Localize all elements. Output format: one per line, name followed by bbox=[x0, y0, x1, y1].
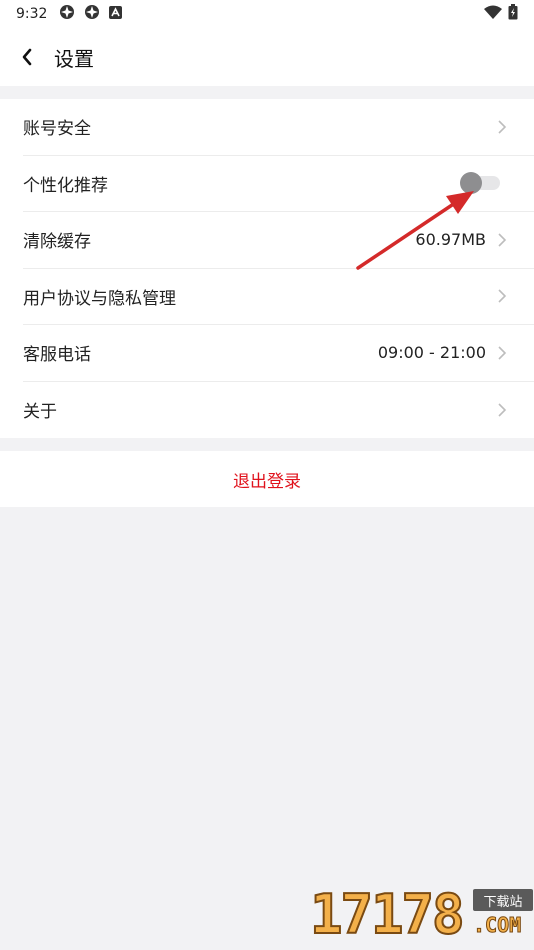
chevron-right-icon bbox=[498, 403, 507, 417]
back-arrow-icon bbox=[22, 48, 32, 66]
chevron-right-icon bbox=[498, 346, 507, 360]
settings-item-label: 客服电话 bbox=[23, 345, 91, 366]
settings-item-label: 个性化推荐 bbox=[23, 175, 108, 196]
back-button[interactable] bbox=[0, 28, 54, 86]
settings-item-clear-cache[interactable]: 清除缓存 60.97MB bbox=[23, 212, 534, 269]
app-notification-icon bbox=[84, 4, 100, 24]
chevron-right-icon bbox=[498, 120, 507, 134]
toggle-knob bbox=[460, 172, 482, 195]
settings-item-personalized-recommendation: 个性化推荐 bbox=[23, 156, 534, 212]
watermark-badge: 下载站 bbox=[473, 889, 533, 911]
personalized-recommendation-toggle[interactable] bbox=[460, 172, 500, 195]
settings-item-about[interactable]: 关于 bbox=[23, 382, 534, 439]
chevron-right-icon bbox=[498, 233, 507, 247]
settings-item-label: 用户协议与隐私管理 bbox=[23, 288, 176, 309]
service-hours-value: 09:00 - 21:00 bbox=[377, 343, 486, 363]
page-title: 设置 bbox=[54, 46, 94, 71]
settings-item-label: 账号安全 bbox=[23, 119, 91, 140]
status-bar: 9:32 bbox=[0, 0, 534, 28]
settings-item-user-agreement-privacy[interactable]: 用户协议与隐私管理 bbox=[23, 269, 534, 325]
app-notification-icon bbox=[59, 4, 75, 24]
status-time: 9:32 bbox=[16, 6, 48, 22]
settings-item-customer-service-phone[interactable]: 客服电话 09:00 - 21:00 bbox=[23, 325, 534, 382]
settings-item-label: 关于 bbox=[23, 402, 57, 423]
font-notification-icon bbox=[109, 5, 123, 23]
watermark-logo: 17178 下载站 .COM bbox=[309, 883, 534, 950]
settings-item-label: 清除缓存 bbox=[23, 232, 91, 253]
battery-icon bbox=[508, 4, 518, 24]
wifi-icon bbox=[484, 5, 502, 23]
logout-button[interactable]: 退出登录 bbox=[0, 451, 534, 507]
cache-size-value: 60.97MB bbox=[415, 230, 486, 250]
logout-label: 退出登录 bbox=[233, 471, 301, 492]
chevron-right-icon bbox=[498, 289, 507, 303]
watermark-suffix: .COM bbox=[473, 913, 522, 937]
settings-item-account-security[interactable]: 账号安全 bbox=[23, 99, 534, 156]
watermark-digits: 17178 bbox=[309, 883, 466, 946]
status-right bbox=[484, 4, 518, 24]
settings-list: 账号安全 个性化推荐 清除缓存 60.97MB 用户协议与隐私管理 客服电话 0… bbox=[0, 99, 534, 438]
header-bar: 设置 bbox=[0, 28, 534, 86]
